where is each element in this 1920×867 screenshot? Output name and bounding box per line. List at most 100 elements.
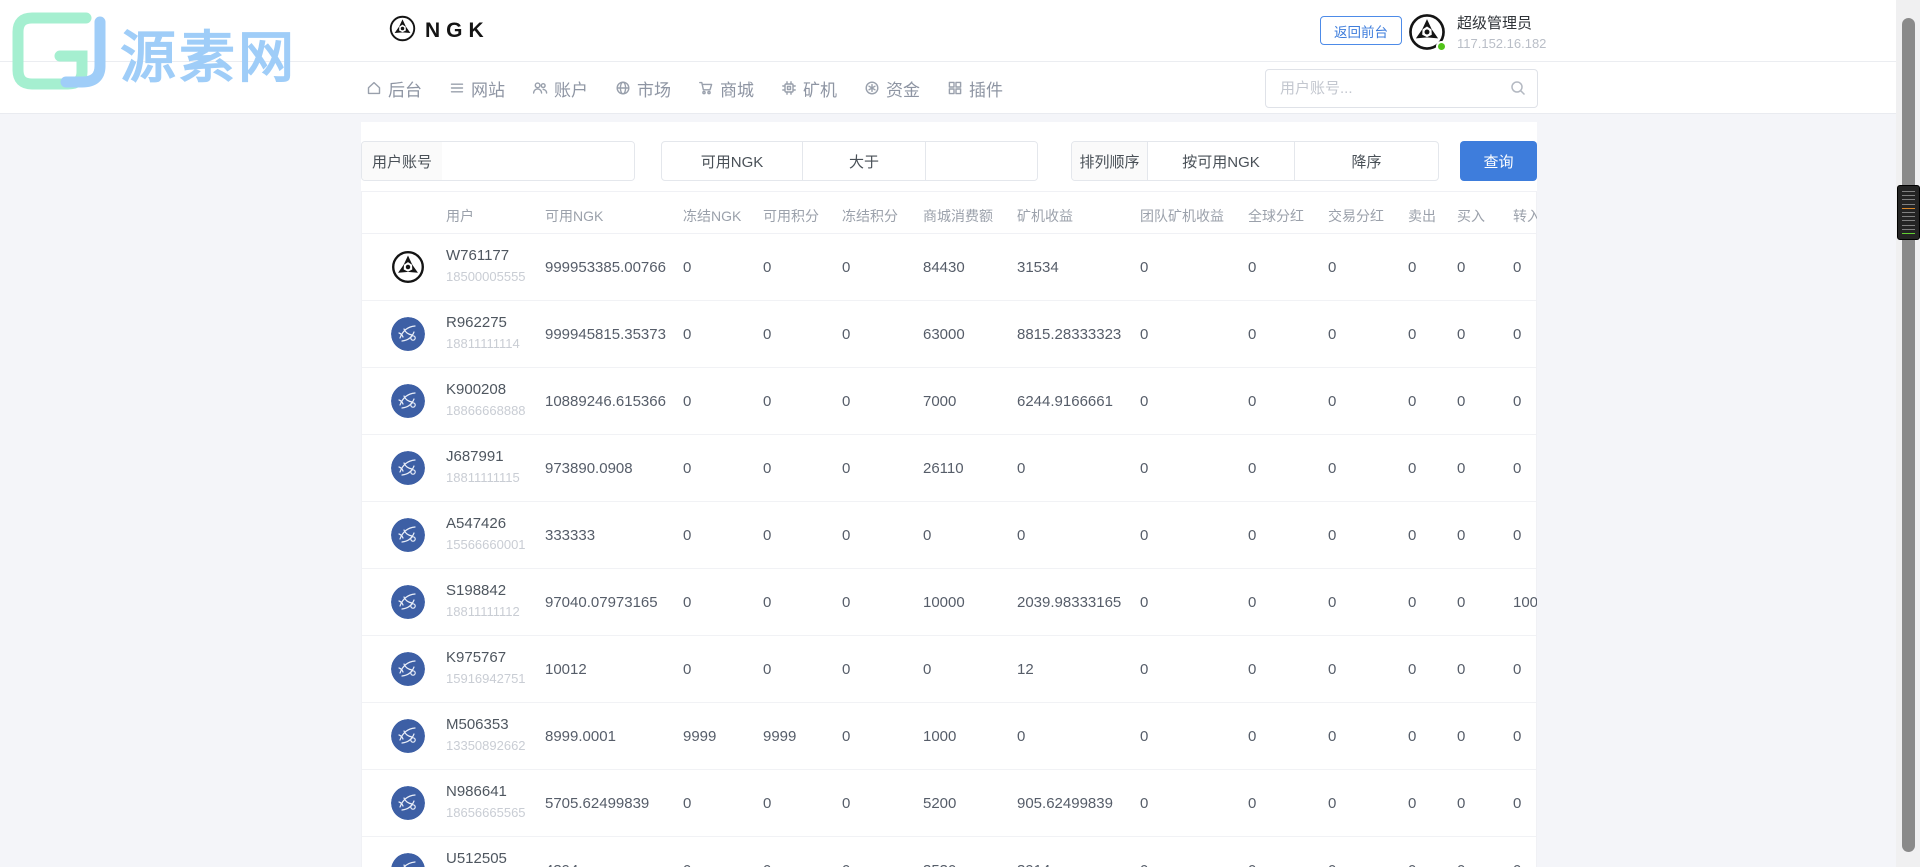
cell-4: 0 — [842, 527, 851, 544]
cell-7: 0 — [1140, 259, 1149, 276]
table-row[interactable]: K975767 15916942751 10012 0 0 0 0 12 0 0 0 0 0 0 — [362, 636, 1536, 703]
field-select[interactable]: 可用NGK — [662, 142, 802, 180]
cell-3: 0 — [763, 460, 772, 477]
filter-bar: 用户账号 可用NGK 大于 排列顺序 按可用NGK 降序 查询 — [361, 141, 1537, 181]
cell-9: 0 — [1328, 728, 1337, 745]
cell-6: 12 — [1017, 661, 1034, 678]
cell-2: 0 — [683, 259, 692, 276]
table-row[interactable]: A547426 15566660001 333333 0 0 0 0 0 0 0 0 0 0 0 — [362, 502, 1536, 569]
account-filter-input[interactable] — [442, 142, 634, 180]
nav-item-label: 矿机 — [803, 80, 837, 100]
column-header-7: 团队矿机收益 — [1140, 208, 1224, 224]
nav-item-market[interactable]: 市场 — [615, 76, 671, 101]
user-avatar — [391, 652, 425, 686]
nav-item-label: 资金 — [886, 80, 920, 100]
cell-5: 0 — [923, 661, 932, 678]
table-row[interactable]: U512505 4394 0 0 0 3530 3914 0 0 0 0 0 0 — [362, 837, 1536, 867]
nav-item-account[interactable]: 账户 — [532, 76, 588, 101]
cell-3: 0 — [763, 594, 772, 611]
cell-5: 7000 — [923, 393, 957, 410]
query-button[interactable]: 查询 — [1460, 141, 1537, 181]
nav-item-label: 插件 — [969, 80, 1003, 100]
cell-2: 0 — [683, 326, 692, 343]
cell-6: 0 — [1017, 460, 1026, 477]
account-filter-group: 用户账号 — [361, 141, 635, 181]
cell-1: 10012 — [545, 661, 587, 678]
table-row[interactable]: J687991 18811111115 973890.0908 0 0 0 26110 0 0 0… — [362, 435, 1536, 502]
brand-logo[interactable]: NGK — [389, 0, 490, 62]
cell-6: 8815.28333323 — [1017, 326, 1122, 343]
sort-direction-select[interactable]: 降序 — [1294, 142, 1438, 180]
cell-10: 0 — [1408, 594, 1417, 611]
condition-value-input[interactable] — [925, 142, 1037, 180]
nav-item-funds[interactable]: 资金 — [864, 76, 920, 101]
cell-5: 26110 — [923, 460, 964, 477]
cell-9: 0 — [1328, 393, 1337, 410]
username: U512505 — [446, 850, 507, 867]
cell-7: 0 — [1140, 527, 1149, 544]
cell-4: 0 — [842, 661, 851, 678]
sort-field-select[interactable]: 按可用NGK — [1147, 142, 1294, 180]
username: W761177 — [446, 247, 510, 264]
nav-item-miner[interactable]: 矿机 — [781, 76, 837, 101]
cell-3: 0 — [763, 862, 771, 867]
cell-11: 0 — [1457, 259, 1466, 276]
cell-6: 31534 — [1017, 259, 1059, 276]
table-row[interactable]: W761177 18500005555 999953385.00766 0 0 0 8443… — [362, 234, 1536, 301]
cell-12: 0 — [1513, 862, 1521, 867]
cell-11: 0 — [1457, 393, 1466, 410]
cell-7: 0 — [1140, 326, 1149, 343]
back-to-front-button[interactable]: 返回前台 — [1320, 16, 1402, 45]
cell-3: 0 — [763, 393, 772, 410]
plugin-icon — [947, 80, 963, 96]
cell-4: 0 — [842, 259, 851, 276]
cell-1: 5705.62499839 — [545, 795, 650, 812]
cell-7: 0 — [1140, 594, 1149, 611]
cell-10: 0 — [1408, 259, 1417, 276]
user-phone: 18500005555 — [446, 269, 526, 284]
table-row[interactable]: M506353 13350892662 8999.0001 9999 9999 0 1000… — [362, 703, 1536, 770]
username: J687991 — [446, 448, 504, 465]
nav-item-label: 商城 — [720, 80, 754, 100]
username: K975767 — [446, 649, 507, 666]
table-row[interactable]: K900208 18866668888 10889246.615366 0 0 0 7000… — [362, 368, 1536, 435]
users-icon — [532, 80, 548, 96]
cell-10: 0 — [1408, 862, 1416, 867]
table-row[interactable]: S198842 18811111112 97040.07973165 0 0 0 10000… — [362, 569, 1537, 636]
cell-5: 84430 — [923, 259, 965, 276]
ngk-logo-avatar — [391, 250, 425, 284]
user-phone: 18656665565 — [446, 805, 526, 820]
cell-11: 0 — [1457, 661, 1466, 678]
nav-item-mall[interactable]: 商城 — [698, 76, 754, 101]
scroll-marker-widget — [1897, 185, 1920, 240]
nav-item-backend[interactable]: 后台 — [366, 76, 422, 101]
scrollbar-thumb[interactable] — [1902, 18, 1915, 852]
cell-5: 3530 — [923, 862, 956, 867]
globe-icon — [615, 80, 631, 96]
cell-8: 0 — [1248, 862, 1256, 867]
brand-name: NGK — [425, 19, 490, 42]
cell-6: 905.62499839 — [1017, 795, 1113, 812]
cell-12: 0 — [1513, 393, 1522, 410]
nav-item-plugins[interactable]: 插件 — [947, 76, 1003, 101]
admin-name: 超级管理员 — [1457, 15, 1533, 32]
table-row[interactable]: N986641 18656665565 5705.62499839 0 0 0 5200 90… — [362, 770, 1536, 837]
operator-select[interactable]: 大于 — [802, 142, 925, 180]
user-avatar — [391, 585, 425, 619]
user-phone: 13350892662 — [446, 738, 526, 753]
cell-2: 9999 — [683, 728, 717, 745]
user-account-search-input[interactable] — [1265, 69, 1538, 108]
cell-2: 0 — [683, 594, 692, 611]
cell-9: 0 — [1328, 661, 1337, 678]
account-filter-label: 用户账号 — [362, 142, 442, 180]
nav-item-site[interactable]: 网站 — [449, 76, 505, 101]
table-row[interactable]: R962275 18811111114 999945815.35373 0 0 0 6300… — [362, 301, 1536, 368]
cell-4: 0 — [842, 594, 851, 611]
admin-profile[interactable]: 超级管理员 117.152.16.182 — [1408, 12, 1546, 52]
cell-10: 0 — [1408, 661, 1417, 678]
cell-7: 0 — [1140, 393, 1149, 410]
username: K900208 — [446, 381, 507, 398]
column-header-2: 冻结NGK — [683, 208, 742, 224]
username: N986641 — [446, 783, 507, 800]
cell-7: 0 — [1140, 460, 1149, 477]
